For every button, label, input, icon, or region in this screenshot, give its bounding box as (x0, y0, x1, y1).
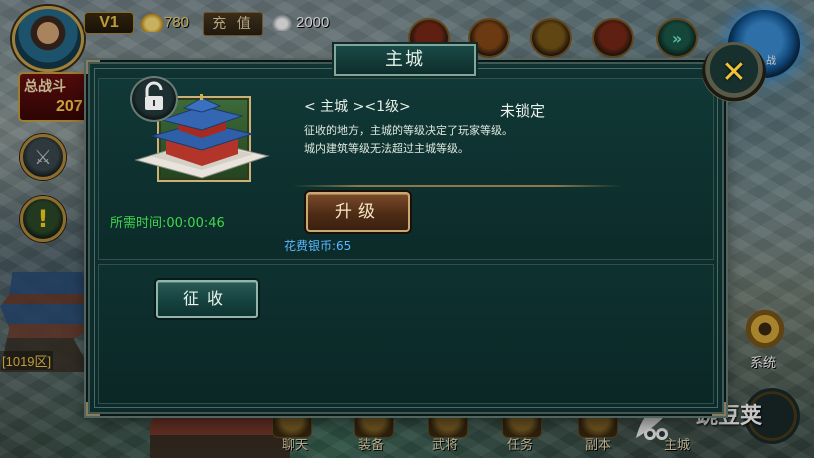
dialog-corner-ornament (86, 402, 100, 416)
description-line-1: 征收的地方，主城的等级决定了玩家等级。 (304, 124, 513, 137)
upgrade-button[interactable]: 升级 (306, 192, 410, 232)
upgrade-time-required: 所需时间:00:00:46 (110, 216, 225, 231)
dialog-corner-ornament (712, 402, 726, 416)
section-divider (292, 185, 622, 187)
collect-tax-button[interactable]: 征收 (156, 280, 258, 318)
upgrade-cost: 花费银币:65 (284, 239, 352, 253)
close-button[interactable]: ✕ (702, 42, 766, 102)
building-name-level: < 主城 ><1级> (304, 99, 411, 115)
description-line-2: 城内建筑等级无法超过主城等级。 (304, 142, 469, 155)
close-icon: ✕ (721, 54, 747, 90)
unlock-icon (145, 81, 163, 110)
dialog-corner-ornament (86, 60, 100, 74)
lock-status: 未锁定 (500, 102, 546, 120)
dialog-title: 主城 (334, 44, 476, 76)
lock-toggle-button[interactable] (130, 76, 178, 122)
